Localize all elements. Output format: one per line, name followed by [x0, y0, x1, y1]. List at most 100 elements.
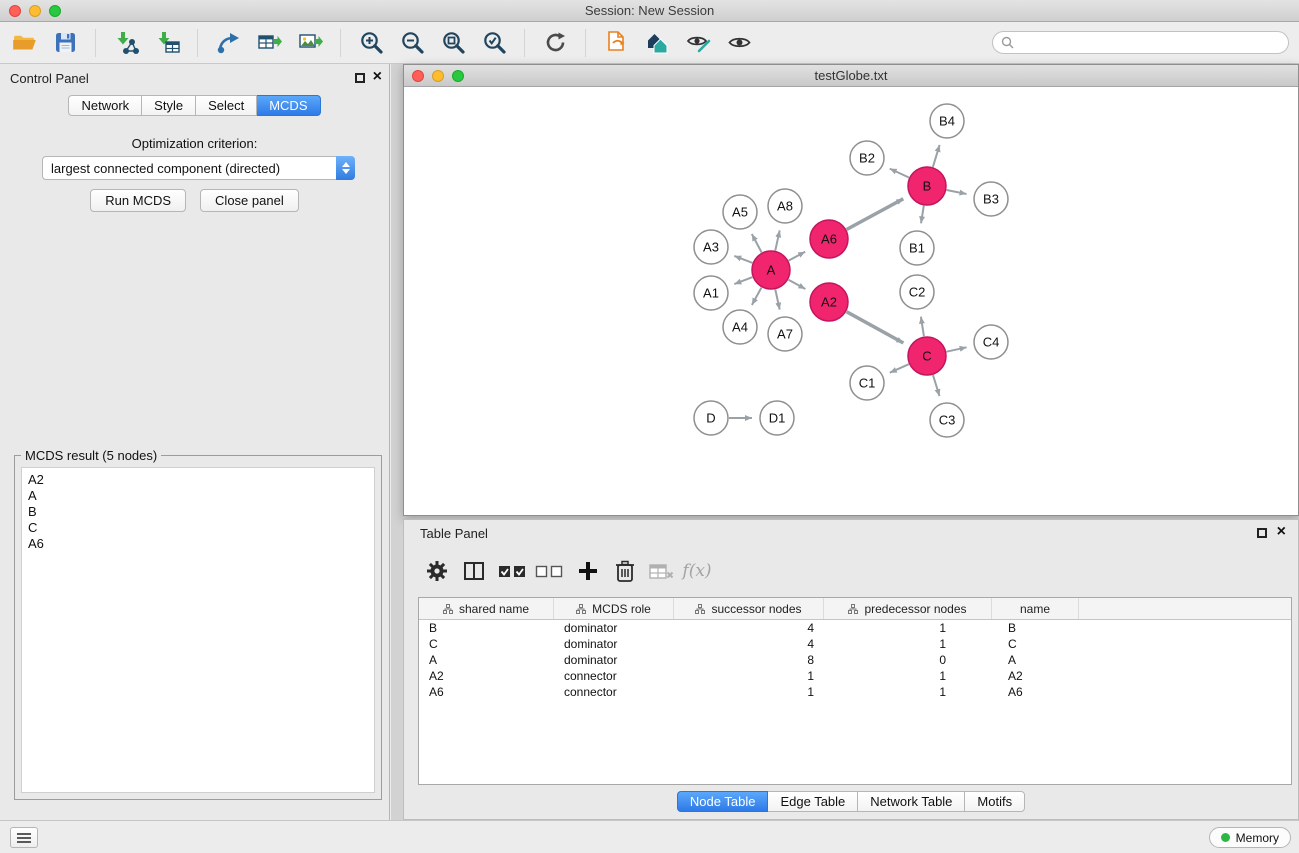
graph-node-D[interactable]: D [694, 401, 728, 435]
column-header-successor-nodes[interactable]: successor nodes [674, 598, 824, 619]
mcds-result-item[interactable]: C [28, 520, 368, 536]
tab-select[interactable]: Select [196, 95, 257, 116]
graph-node-A6[interactable]: A6 [810, 220, 848, 258]
graph-node-B1[interactable]: B1 [900, 231, 934, 265]
table-settings-button[interactable] [420, 555, 454, 587]
show-columns-button[interactable] [457, 555, 491, 587]
mcds-result-list[interactable]: A2 A B C A6 [21, 467, 375, 793]
float-panel-icon[interactable] [355, 73, 365, 83]
graph-edge-B-B2[interactable] [890, 169, 909, 178]
graph-edge-A-A8[interactable] [775, 230, 779, 250]
graph-edge-A-A4[interactable] [752, 288, 762, 305]
tab-edge-table[interactable]: Edge Table [768, 791, 858, 812]
graph-node-A3[interactable]: A3 [694, 230, 728, 264]
tab-node-table[interactable]: Node Table [677, 791, 769, 812]
open-session-button[interactable] [8, 27, 40, 59]
float-table-panel-icon[interactable] [1257, 528, 1267, 538]
tab-mcds[interactable]: MCDS [257, 95, 320, 116]
graph-edge-A-A7[interactable] [775, 290, 779, 310]
network-window-close-button[interactable] [412, 70, 424, 82]
zoom-selected-button[interactable] [478, 27, 510, 59]
delete-table-button[interactable] [644, 555, 678, 587]
graph-edge-B-B1[interactable] [921, 206, 924, 224]
mcds-result-item[interactable]: A [28, 488, 368, 504]
graph-node-C[interactable]: C [908, 337, 946, 375]
task-history-button[interactable] [10, 827, 38, 848]
create-column-button[interactable] [571, 555, 605, 587]
graph-edge-A2-C[interactable] [847, 312, 904, 343]
graph-node-A7[interactable]: A7 [768, 317, 802, 351]
tab-style[interactable]: Style [142, 95, 196, 116]
zoom-out-button[interactable] [396, 27, 428, 59]
column-header-name[interactable]: name [992, 598, 1079, 619]
graph-edge-A-A6[interactable] [789, 252, 806, 261]
graphics-details-button[interactable] [682, 27, 714, 59]
app-zoom-button[interactable] [49, 5, 61, 17]
save-session-button[interactable] [49, 27, 81, 59]
close-panel-button[interactable]: Close panel [200, 189, 299, 212]
select-all-columns-button[interactable] [495, 555, 529, 587]
mcds-result-item[interactable]: A6 [28, 536, 368, 552]
graph-node-D1[interactable]: D1 [760, 401, 794, 435]
graph-node-B2[interactable]: B2 [850, 141, 884, 175]
network-window-titlebar[interactable]: testGlobe.txt [404, 65, 1298, 87]
graph-node-B[interactable]: B [908, 167, 946, 205]
column-header-mcds-role[interactable]: MCDS role [554, 598, 674, 619]
table-row[interactable]: A6 connector 1 1 A6 [419, 684, 1291, 700]
tab-network-table[interactable]: Network Table [858, 791, 965, 812]
tab-network[interactable]: Network [68, 95, 142, 116]
graph-node-B4[interactable]: B4 [930, 104, 964, 138]
app-close-button[interactable] [9, 5, 21, 17]
optimization-dropdown[interactable]: largest connected component (directed) [42, 156, 355, 180]
graph-node-C2[interactable]: C2 [900, 275, 934, 309]
network-window-zoom-button[interactable] [452, 70, 464, 82]
graph-edge-B-B4[interactable] [933, 145, 940, 167]
search-input[interactable] [992, 31, 1289, 54]
delete-column-button[interactable] [608, 555, 642, 587]
close-panel-icon[interactable]: × [373, 71, 382, 83]
network-graph[interactable]: B4B2BB3A5A8A6A3B1AC2A1A2A4A7C4CC1C3DD1 [404, 87, 1298, 515]
network-canvas[interactable]: B4B2BB3A5A8A6A3B1AC2A1A2A4A7C4CC1C3DD1 [404, 87, 1298, 515]
network-window-minimize-button[interactable] [432, 70, 444, 82]
show-hide-button[interactable] [723, 27, 755, 59]
document-button[interactable] [600, 27, 632, 59]
table-row[interactable]: A dominator 8 0 A [419, 652, 1291, 668]
export-table-button[interactable] [253, 27, 285, 59]
table-row[interactable]: B dominator 4 1 B [419, 620, 1291, 636]
graph-node-C1[interactable]: C1 [850, 366, 884, 400]
import-network-button[interactable] [110, 27, 142, 59]
column-header-predecessor-nodes[interactable]: predecessor nodes [824, 598, 992, 619]
home-button[interactable] [641, 27, 673, 59]
import-table-button[interactable] [151, 27, 183, 59]
graph-node-A[interactable]: A [752, 251, 790, 289]
deselect-all-columns-button[interactable] [532, 555, 566, 587]
zoom-fit-button[interactable] [437, 27, 469, 59]
graph-node-A5[interactable]: A5 [723, 195, 757, 229]
export-image-button[interactable] [294, 27, 326, 59]
column-header-shared-name[interactable]: shared name [419, 598, 554, 619]
run-mcds-button[interactable]: Run MCDS [90, 189, 186, 212]
tab-motifs[interactable]: Motifs [965, 791, 1025, 812]
function-builder-button[interactable]: f(x) [680, 555, 714, 587]
mcds-result-item[interactable]: A2 [28, 472, 368, 488]
graph-edge-A-A2[interactable] [789, 280, 806, 289]
graph-node-B3[interactable]: B3 [974, 182, 1008, 216]
graph-node-A4[interactable]: A4 [723, 310, 757, 344]
table-row[interactable]: C dominator 4 1 C [419, 636, 1291, 652]
refresh-view-button[interactable] [539, 27, 571, 59]
memory-button[interactable]: Memory [1209, 827, 1291, 848]
graph-edge-C-C1[interactable] [890, 364, 909, 373]
graph-node-A8[interactable]: A8 [768, 189, 802, 223]
export-network-button[interactable] [212, 27, 244, 59]
graph-edge-C-C3[interactable] [933, 375, 940, 396]
graph-edge-B-B3[interactable] [947, 190, 967, 194]
close-table-panel-icon[interactable]: × [1277, 526, 1286, 538]
graph-node-A1[interactable]: A1 [694, 276, 728, 310]
graph-edge-A6-B[interactable] [847, 199, 904, 230]
app-minimize-button[interactable] [29, 5, 41, 17]
node-table[interactable]: shared name MCDS role successor nodes pr… [418, 597, 1292, 785]
mcds-result-item[interactable]: B [28, 504, 368, 520]
graph-edge-A-A3[interactable] [734, 256, 752, 263]
table-row[interactable]: A2 connector 1 1 A2 [419, 668, 1291, 684]
graph-node-C4[interactable]: C4 [974, 325, 1008, 359]
